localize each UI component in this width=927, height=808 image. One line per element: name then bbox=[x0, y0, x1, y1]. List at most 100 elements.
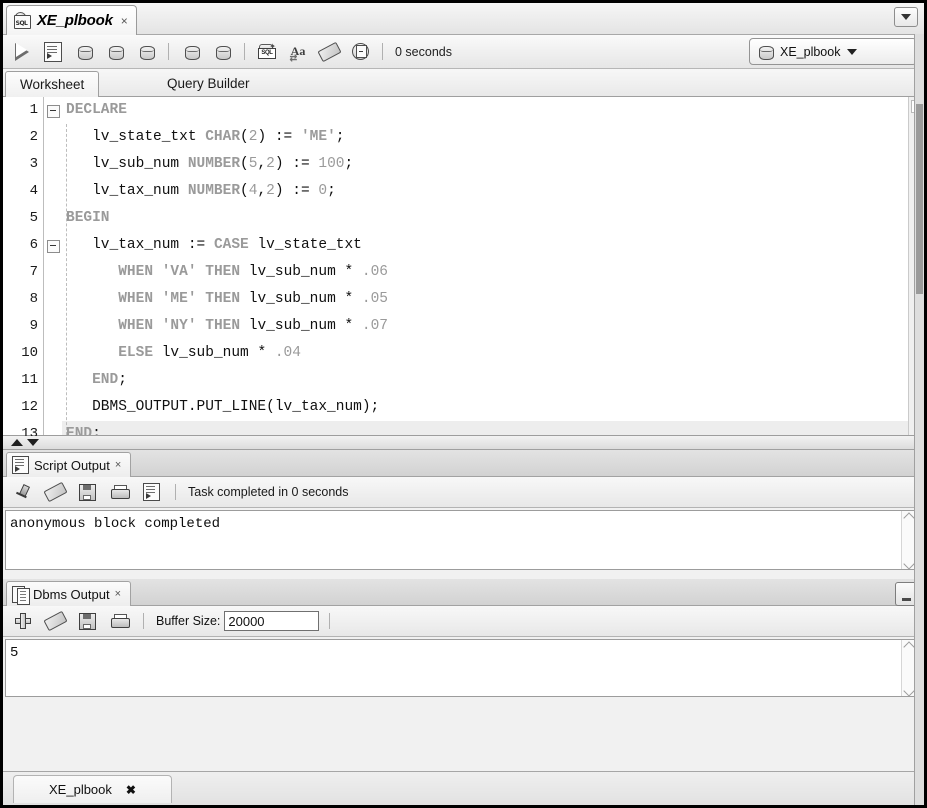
splitter-down-arrow-icon[interactable] bbox=[27, 439, 39, 446]
sql-developer-worksheet-window: SQL XE_plbook × ✦ SQL Aa ⇄ 0 seconds XE_… bbox=[0, 0, 927, 808]
code-token: ELSE bbox=[118, 345, 154, 361]
code-line[interactable]: WHEN 'ME' THEN lv_sub_num * .05 bbox=[62, 286, 908, 313]
dbms-output-print-button[interactable] bbox=[105, 608, 133, 634]
code-token: 0 bbox=[318, 183, 328, 199]
dbms-output-add-button[interactable] bbox=[9, 608, 37, 634]
splitter-up-arrow-icon[interactable] bbox=[11, 439, 23, 446]
code-fold-toggle[interactable] bbox=[47, 105, 60, 118]
commit-button[interactable] bbox=[177, 39, 205, 65]
script-output-pin-button[interactable] bbox=[9, 479, 37, 505]
window-scrollbar-thumb[interactable] bbox=[916, 104, 923, 294]
code-token: BEGIN bbox=[66, 210, 110, 226]
explain-plan-button[interactable] bbox=[101, 39, 129, 65]
code-token: , bbox=[257, 156, 267, 172]
sql-history-button[interactable] bbox=[346, 39, 374, 65]
sql-worksheet-icon: SQL bbox=[13, 12, 32, 29]
document-tab-close-icon[interactable]: × bbox=[118, 14, 128, 28]
code-token: WHEN bbox=[118, 264, 154, 280]
script-output-tab-bar: Script Output × bbox=[3, 450, 924, 477]
line-number: 10 bbox=[21, 345, 38, 361]
code-line[interactable]: lv_sub_num NUMBER(5,2) := 100; bbox=[62, 151, 908, 178]
script-output-clear-button[interactable] bbox=[41, 479, 69, 505]
autotrace-button[interactable] bbox=[70, 39, 98, 65]
tab-script-output-close-icon[interactable]: × bbox=[115, 459, 121, 471]
code-line[interactable]: lv_state_txt CHAR(2) := 'ME'; bbox=[62, 124, 908, 151]
rollback-button[interactable] bbox=[208, 39, 236, 65]
explain-plan-icon bbox=[108, 44, 124, 60]
clear-worksheet-button[interactable] bbox=[315, 39, 343, 65]
code-token: ) := bbox=[274, 183, 319, 199]
dbms-output-tab-bar: Dbms Output × bbox=[3, 579, 924, 606]
code-token: lv_sub_num * bbox=[240, 291, 362, 307]
dbms-output-text: 5 bbox=[10, 645, 19, 661]
tab-dbms-output-close-icon[interactable]: × bbox=[115, 588, 121, 600]
tab-strip-menu-button[interactable] bbox=[894, 7, 918, 27]
chevron-down-icon[interactable] bbox=[905, 687, 914, 693]
connection-name: XE_plbook bbox=[780, 44, 841, 59]
database-icon bbox=[758, 44, 774, 60]
snippet-button[interactable]: ✦ SQL bbox=[253, 39, 281, 65]
code-token: lv_state_txt bbox=[66, 129, 206, 145]
eraser-icon bbox=[42, 610, 68, 632]
run-script-button[interactable] bbox=[39, 39, 67, 65]
window-scrollbar[interactable] bbox=[914, 34, 924, 805]
line-number: 1 bbox=[29, 102, 38, 118]
sql-tuning-advisor-button[interactable] bbox=[132, 39, 160, 65]
code-fold-column[interactable] bbox=[44, 97, 62, 435]
dbms-output-save-button[interactable] bbox=[73, 608, 101, 634]
tab-worksheet[interactable]: Worksheet bbox=[5, 71, 100, 98]
bottom-tab-close-icon[interactable]: ✖ bbox=[126, 783, 136, 797]
code-line[interactable]: DBMS_OUTPUT.PUT_LINE(lv_tax_num); bbox=[62, 394, 908, 421]
script-run-icon bbox=[44, 41, 62, 62]
code-line[interactable]: lv_tax_num := CASE lv_state_txt bbox=[62, 232, 908, 259]
buffer-size-input[interactable] bbox=[224, 611, 320, 631]
run-statement-button[interactable] bbox=[8, 39, 36, 65]
code-line[interactable]: DECLARE bbox=[62, 97, 908, 124]
code-line[interactable]: WHEN 'VA' THEN lv_sub_num * .06 bbox=[62, 259, 908, 286]
line-number: 11 bbox=[21, 372, 38, 388]
bottom-connection-bar: XE_plbook ✖ bbox=[3, 771, 924, 805]
code-line[interactable]: ELSE lv_sub_num * .04 bbox=[62, 340, 908, 367]
print-icon bbox=[110, 614, 130, 628]
editor-splitter[interactable] bbox=[3, 436, 924, 450]
code-editor[interactable]: 1 2 3 4 5 6 7 8 9 10 11 12 13 DECLARE lv_state_txt C… bbox=[3, 97, 924, 442]
db-undo-icon bbox=[215, 44, 231, 60]
script-output-print-button[interactable] bbox=[105, 479, 133, 505]
connection-selector[interactable]: XE_plbook bbox=[749, 38, 917, 65]
code-line[interactable]: END; bbox=[62, 421, 908, 435]
script-output-content-area[interactable]: anonymous block completed bbox=[5, 510, 918, 570]
code-line[interactable]: BEGIN bbox=[62, 205, 908, 232]
code-fold-toggle[interactable] bbox=[47, 240, 60, 253]
chevron-up-icon[interactable] bbox=[905, 643, 914, 649]
code-line[interactable]: END; bbox=[62, 367, 908, 394]
tab-dbms-output[interactable]: Dbms Output × bbox=[6, 581, 132, 606]
dbms-output-clear-button[interactable] bbox=[41, 608, 69, 634]
script-output-toolbar: Task completed in 0 seconds bbox=[3, 477, 924, 508]
code-text-area[interactable]: DECLARE lv_state_txt CHAR(2) := 'ME'; lv… bbox=[62, 97, 908, 435]
code-line[interactable]: lv_tax_num NUMBER(4,2) := 0; bbox=[62, 178, 908, 205]
dbms-output-content-area[interactable]: 5 bbox=[5, 639, 918, 697]
tab-script-output[interactable]: Script Output × bbox=[6, 452, 132, 477]
document-tab-xe-plbook[interactable]: SQL XE_plbook × bbox=[6, 5, 137, 35]
code-token: lv_sub_num * bbox=[240, 264, 362, 280]
tab-script-output-label: Script Output bbox=[34, 457, 110, 473]
script-output-open-editor-button[interactable] bbox=[137, 479, 165, 505]
script-output-save-button[interactable] bbox=[73, 479, 101, 505]
line-number: 12 bbox=[21, 399, 38, 415]
code-line[interactable]: WHEN 'NY' THEN lv_sub_num * .07 bbox=[62, 313, 908, 340]
tab-query-builder[interactable]: Query Builder bbox=[153, 71, 264, 96]
code-token: THEN bbox=[205, 291, 241, 307]
change-case-button[interactable]: Aa ⇄ bbox=[284, 39, 312, 65]
code-token: 'ME' bbox=[300, 129, 336, 145]
dbms-output-toolbar: Buffer Size: bbox=[3, 606, 924, 637]
code-token: 'NY' bbox=[161, 318, 197, 334]
bottom-tab-xe-plbook[interactable]: XE_plbook ✖ bbox=[13, 775, 172, 803]
chevron-up-icon[interactable] bbox=[905, 514, 914, 520]
toolbar-separator bbox=[175, 484, 176, 500]
chevron-down-icon[interactable] bbox=[905, 560, 914, 566]
